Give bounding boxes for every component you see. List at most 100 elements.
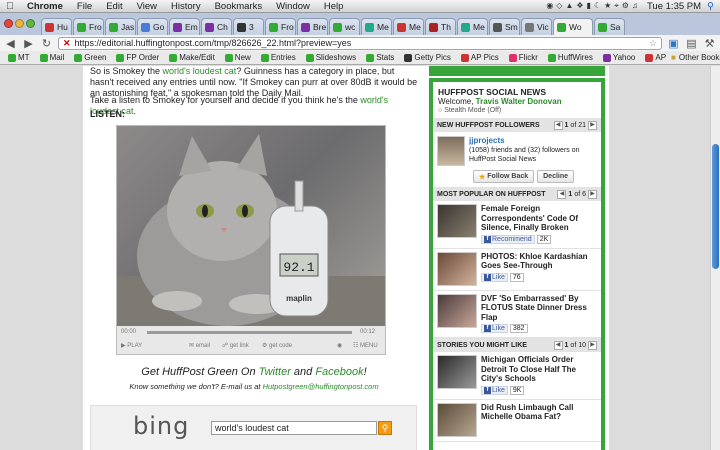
search-icon[interactable]: ⚲ — [378, 421, 392, 435]
follower-avatar[interactable] — [437, 136, 465, 166]
wrench-icon[interactable]: ⚒ — [703, 37, 716, 50]
menu-bookmarks[interactable]: Bookmarks — [208, 1, 270, 12]
zoom-window-icon[interactable] — [26, 19, 35, 28]
next-arrow-icon[interactable]: ▶ — [588, 189, 597, 199]
menu-button[interactable]: ☷ MENU — [353, 342, 378, 349]
story-headline[interactable]: Female Foreign Correspondents' Code Of S… — [481, 204, 597, 233]
menu-clock[interactable]: Tue 1:35 PM — [647, 1, 701, 12]
story-thumbnail[interactable] — [437, 204, 477, 238]
menu-window[interactable]: Window — [269, 1, 317, 12]
close-window-icon[interactable] — [4, 19, 13, 28]
menu-view[interactable]: View — [130, 1, 164, 12]
follow-back-button[interactable]: ★ Follow Back — [473, 170, 535, 183]
prev-arrow-icon[interactable]: ◀ — [553, 120, 563, 130]
story-thumbnail[interactable] — [437, 293, 477, 328]
email-link[interactable]: Hutpostgreen@huffingtonpost.com — [263, 382, 379, 391]
browser-tab[interactable]: Jas — [105, 18, 136, 35]
url-text[interactable]: https://editorial.huffingtonpost.com/tmp… — [75, 38, 352, 48]
video-frame[interactable]: 92.1 maplin — [117, 126, 385, 326]
browser-tab[interactable]: Vic — [521, 18, 552, 35]
follower-name[interactable]: jjprojects — [469, 136, 597, 146]
browser-tab[interactable]: Th — [425, 18, 456, 35]
bookmark-item[interactable]: New — [220, 53, 256, 62]
facebook-link[interactable]: Facebook — [315, 366, 363, 378]
browser-tab[interactable]: wc — [329, 18, 360, 35]
minimize-window-icon[interactable] — [15, 19, 24, 28]
story-thumbnail[interactable] — [437, 402, 477, 437]
bookmark-item[interactable]: Yahoo — [598, 53, 641, 62]
menu-history[interactable]: History — [164, 1, 208, 12]
facebook-like-button[interactable]: f Recommend — [481, 234, 535, 244]
browser-tab[interactable]: Me — [361, 18, 392, 35]
browser-tab[interactable]: Hu — [41, 18, 72, 35]
prev-arrow-icon[interactable]: ◀ — [557, 189, 567, 199]
stealth-mode[interactable]: ○ Stealth Mode (Off) — [433, 106, 601, 118]
story-headline[interactable]: DVF 'So Embarrassed' By FLOTUS State Din… — [481, 294, 597, 323]
extension-icon[interactable]: ▣ — [667, 37, 680, 50]
browser-tab[interactable]: Em — [169, 18, 200, 35]
story-thumbnail[interactable] — [437, 251, 477, 286]
browser-tab[interactable]: 3 — [233, 18, 264, 35]
bookmark-item[interactable]: Make/Edit — [164, 53, 220, 62]
forward-icon[interactable]: ▶ — [22, 37, 35, 50]
other-bookmarks[interactable]: ■ Other Bookmarks — [671, 53, 720, 62]
apple-icon[interactable]:  — [0, 1, 20, 12]
menu-file[interactable]: File — [70, 1, 99, 12]
reload-icon[interactable]: ↻ — [40, 37, 53, 50]
facebook-like-button[interactable]: f Like — [481, 272, 508, 282]
twitter-link[interactable]: Twitter — [259, 366, 291, 378]
bookmark-item[interactable]: Slideshows — [301, 53, 361, 62]
bookmark-item[interactable]: HuffWires — [543, 53, 598, 62]
browser-tab[interactable]: Bre — [297, 18, 328, 35]
browser-tab[interactable]: Me — [457, 18, 488, 35]
browser-tab[interactable]: Sm — [489, 18, 520, 35]
email-button[interactable]: ✉ email — [189, 342, 210, 349]
story-headline[interactable]: Did Rush Limbaugh Call Michelle Obama Fa… — [481, 403, 597, 422]
browser-tab[interactable]: Sa — [594, 18, 625, 35]
browser-tab[interactable]: Wo — [553, 18, 593, 35]
bookmark-item[interactable]: AP — [640, 53, 671, 62]
browser-tab[interactable]: Me — [393, 18, 424, 35]
scrollbar[interactable] — [710, 66, 720, 450]
bookmark-item[interactable]: Getty Pics — [399, 53, 455, 62]
page-menu-icon[interactable]: ▤ — [685, 37, 698, 50]
bookmark-item[interactable]: MT — [3, 53, 35, 62]
loudest-cat-link[interactable]: world's loudest cat — [163, 66, 237, 76]
bing-search-input[interactable]: world's loudest cat — [211, 421, 377, 435]
story-headline[interactable]: PHOTOS: Khloe Kardashian Goes See-Throug… — [481, 252, 597, 271]
bookmark-item[interactable]: Flickr — [504, 53, 543, 62]
radio-icon[interactable]: ○ — [438, 107, 442, 114]
menu-edit[interactable]: Edit — [99, 1, 129, 12]
story-thumbnail[interactable] — [437, 355, 477, 389]
facebook-like-button[interactable]: f Like — [481, 385, 508, 395]
bookmark-item[interactable]: FP Order — [111, 53, 164, 62]
browser-tab[interactable]: Fro — [265, 18, 296, 35]
bookmark-item[interactable]: Mail — [35, 53, 70, 62]
url-bar[interactable]: ✕ https://editorial.huffingtonpost.com/t… — [58, 36, 662, 50]
user-link[interactable]: Travis Walter Donovan — [476, 97, 562, 106]
bookmark-item[interactable]: Entries — [256, 53, 301, 62]
browser-tab[interactable]: Fro — [73, 18, 104, 35]
scrollbar-thumb[interactable] — [712, 144, 719, 269]
facebook-like-button[interactable]: f Like — [481, 324, 508, 333]
menu-app[interactable]: Chrome — [20, 1, 70, 12]
play-button[interactable]: ▶ PLAY — [121, 342, 142, 349]
get-code-button[interactable]: ⚙ get code — [262, 342, 292, 349]
bookmark-item[interactable]: Green — [69, 53, 111, 62]
bookmark-item[interactable]: Stats — [361, 53, 399, 62]
spotlight-icon[interactable]: ⚲ — [707, 1, 714, 12]
get-link-button[interactable]: ☍ get link — [222, 342, 249, 349]
progress-bar[interactable] — [147, 331, 352, 334]
decline-button[interactable]: Decline — [537, 170, 575, 183]
broken-lock-icon[interactable]: ✕ — [63, 38, 71, 49]
status-icons[interactable]: ◉◇▲❖▮☾★⌖⚙♫ — [546, 1, 641, 11]
bookmark-star-icon[interactable]: ☆ — [649, 38, 657, 49]
back-icon[interactable]: ◀ — [4, 37, 17, 50]
browser-tab[interactable]: Ch — [201, 18, 232, 35]
story-headline[interactable]: Michigan Officials Order Detroit To Clos… — [481, 355, 597, 384]
prev-arrow-icon[interactable]: ◀ — [553, 340, 563, 350]
browser-tab[interactable]: Go — [137, 18, 168, 35]
menu-help[interactable]: Help — [317, 1, 351, 12]
next-arrow-icon[interactable]: ▶ — [588, 120, 597, 130]
next-arrow-icon[interactable]: ▶ — [588, 340, 597, 350]
